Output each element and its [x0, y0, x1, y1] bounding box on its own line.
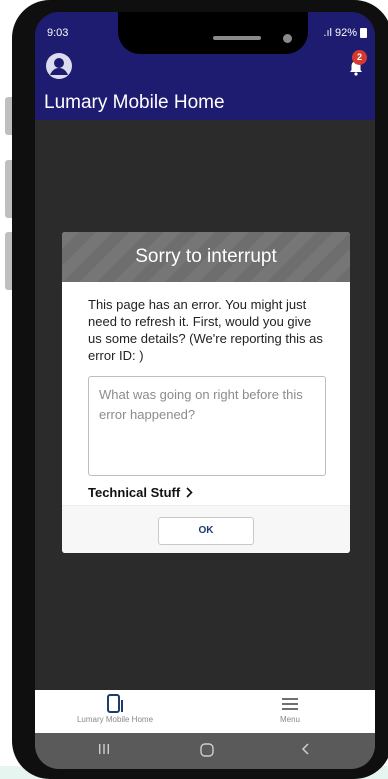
home-circle-icon: [200, 743, 214, 757]
technical-stuff-label: Technical Stuff: [88, 485, 181, 500]
user-avatar[interactable]: [46, 53, 72, 79]
person-icon: [50, 58, 68, 75]
error-dialog: Sorry to interrupt This page has an erro…: [62, 232, 350, 553]
notification-badge: 2: [352, 50, 367, 65]
status-time: 9:03: [47, 27, 69, 39]
nav-item-menu-label: Menu: [279, 715, 300, 724]
system-navigation-bar: [35, 733, 375, 769]
battery-level: 92%: [334, 27, 357, 39]
phone-screen: 9:03 .ıl 92% 2 Lumary Mobile Home Sorry …: [35, 12, 375, 769]
error-details-input[interactable]: What was going on right before this erro…: [88, 376, 326, 476]
speaker-grille: [213, 36, 261, 40]
back-button[interactable]: [300, 742, 312, 759]
phone-side-button: [5, 232, 12, 290]
hamburger-menu-icon: [282, 698, 298, 710]
ok-button[interactable]: OK: [158, 517, 254, 545]
signal-icon: .ıl: [323, 27, 332, 39]
recent-apps-button[interactable]: [97, 742, 111, 759]
dialog-message: This page has an error. You might just n…: [88, 297, 323, 363]
camera-lens: [283, 34, 292, 43]
error-details-placeholder: What was going on right before this erro…: [99, 387, 303, 422]
back-arrow-icon: [301, 743, 309, 755]
phone-side-button: [5, 160, 12, 218]
bottom-navigation: Lumary Mobile Home Menu: [35, 690, 375, 733]
camera-notch: [118, 12, 308, 54]
dialog-title: Sorry to interrupt: [62, 232, 350, 282]
dialog-footer: OK: [62, 505, 350, 553]
phone-frame: 9:03 .ıl 92% 2 Lumary Mobile Home Sorry …: [12, 0, 388, 779]
chevron-right-icon: [186, 487, 193, 498]
home-button[interactable]: [199, 742, 215, 761]
phone-side-button: [5, 97, 12, 135]
recent-apps-icon: [99, 744, 109, 754]
nav-item-menu[interactable]: Menu: [255, 690, 325, 724]
status-indicators: .ıl 92%: [323, 27, 367, 39]
page-title: Lumary Mobile Home: [44, 92, 225, 113]
technical-stuff-toggle[interactable]: Technical Stuff: [88, 485, 193, 500]
mobile-icon: [107, 694, 123, 713]
battery-icon: [360, 28, 367, 38]
nav-item-home[interactable]: Lumary Mobile Home: [60, 690, 170, 724]
app-header: 9:03 .ıl 92% 2 Lumary Mobile Home: [35, 12, 375, 120]
nav-item-home-label: Lumary Mobile Home: [76, 715, 154, 724]
